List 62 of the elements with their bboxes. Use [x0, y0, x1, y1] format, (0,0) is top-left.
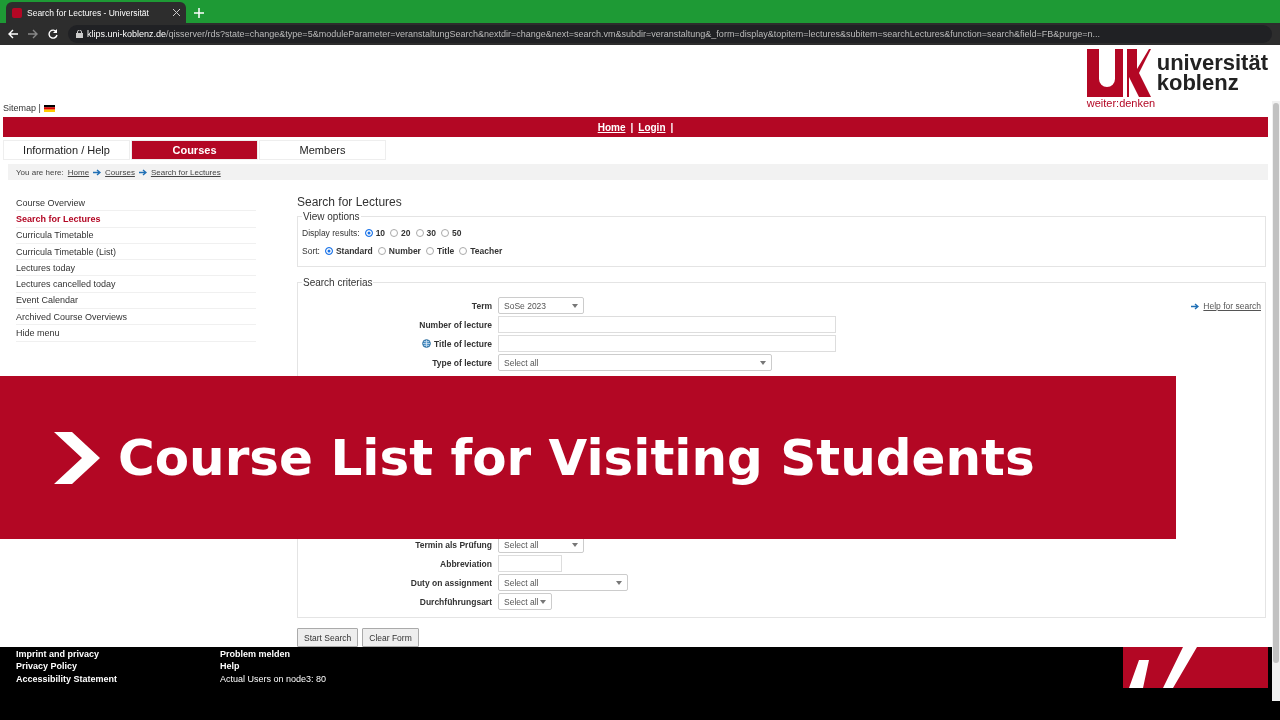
form-button[interactable]: Clear Form	[362, 628, 419, 647]
top-link[interactable]: Home	[597, 121, 626, 133]
radio-option[interactable]: 30	[415, 228, 437, 238]
sidebar-item[interactable]: Lectures cancelled today	[16, 276, 256, 293]
field-label: Abbreviation	[439, 558, 492, 569]
logo-text: universität	[1156, 53, 1268, 73]
logo-tagline: weiter:denken	[1086, 97, 1157, 109]
footer-link[interactable]: Help	[220, 661, 424, 674]
radio-group-label: Sort:	[302, 246, 320, 256]
field-label: Title of lecture	[302, 338, 492, 349]
sidebar-item[interactable]: Lectures today	[16, 260, 256, 277]
browser-tab[interactable]: Search for Lectures - Universität	[6, 2, 186, 23]
tab-title: Search for Lectures - Universität	[27, 7, 149, 18]
sitemap-link[interactable]: Sitemap |	[3, 103, 41, 114]
field-label: Duty on assignment	[409, 577, 492, 588]
radio-option[interactable]: Teacher	[459, 246, 503, 256]
sidebar-item[interactable]: Event Calendar	[16, 292, 256, 310]
field-label: Termin als Prüfung	[414, 539, 492, 550]
banner-title: Course List for Visiting Students	[118, 428, 1035, 487]
radio-option[interactable]: 20	[390, 228, 411, 238]
sidebar-item[interactable]: Curricula Timetable	[16, 227, 256, 244]
field-label: Number of lecture	[418, 319, 492, 330]
nav-tab[interactable]: Information / Help	[3, 140, 130, 161]
sidebar-item[interactable]: Course Overview	[16, 195, 256, 212]
footer-text: Actual Users on node3: 80	[220, 673, 328, 686]
panel-legend: Search criterias	[302, 277, 374, 288]
select-field[interactable]: Select all	[498, 354, 772, 371]
radio-option[interactable]: Number	[377, 246, 421, 256]
field-label: Term	[470, 300, 492, 311]
sidebar-item[interactable]: Curricula Timetable (List)	[16, 243, 256, 261]
footer-link[interactable]: Problem melden	[220, 649, 424, 662]
separator: |	[630, 121, 634, 133]
breadcrumb-link[interactable]: Search for Lectures	[150, 167, 221, 177]
footer-link[interactable]: Imprint and privacy	[16, 649, 220, 662]
breadcrumb-link[interactable]: Home	[67, 167, 90, 177]
top-link[interactable]: Login	[638, 121, 666, 133]
field-label: Type of lecture	[431, 357, 492, 368]
separator: |	[670, 121, 674, 133]
address-bar[interactable]: klips.uni-koblenz.de/qisserver/rds?state=change&type=5&moduleParameter=veranstaltungSearch&nextdir=change&next=search.vm&subdir=veranstaltung&_form=display&topitem=lectures&subitem=searchLectures&function=search&field=FB&purge=n...	[68, 25, 1272, 43]
nav-tab[interactable]: Courses	[131, 140, 258, 161]
breadcrumb-link[interactable]: Courses	[105, 167, 135, 177]
radio-option[interactable]: 50	[441, 228, 462, 238]
select-field[interactable]: Select all	[498, 593, 552, 610]
sidebar-item[interactable]: Hide menu	[16, 325, 256, 342]
radio-option[interactable]: Title	[425, 246, 455, 256]
field-label: Durchführungsart	[418, 596, 492, 607]
select-field[interactable]: Select all	[498, 574, 628, 591]
radio-option[interactable]: 10	[364, 228, 386, 238]
footer-link[interactable]: Accessibility Statement	[16, 673, 220, 686]
footer-link[interactable]: Privacy Policy	[16, 661, 220, 674]
breadcrumb-label: You are here:	[16, 167, 64, 177]
radio-option[interactable]: Standard	[324, 246, 373, 256]
radio-group-label: Display results:	[302, 228, 360, 238]
nav-tab[interactable]: Members	[259, 140, 386, 161]
help-link[interactable]: Help for search	[1191, 301, 1261, 311]
form-button[interactable]: Start Search	[297, 628, 359, 647]
select-field[interactable]: SoSe 2023	[498, 297, 584, 314]
panel-legend: View options	[302, 211, 361, 222]
logo-text: koblenz	[1156, 73, 1240, 93]
sidebar-item[interactable]: Archived Course Overviews	[16, 309, 256, 326]
sidebar-item[interactable]: Search for Lectures	[16, 211, 256, 228]
page-title: Search for Lectures	[297, 195, 403, 211]
